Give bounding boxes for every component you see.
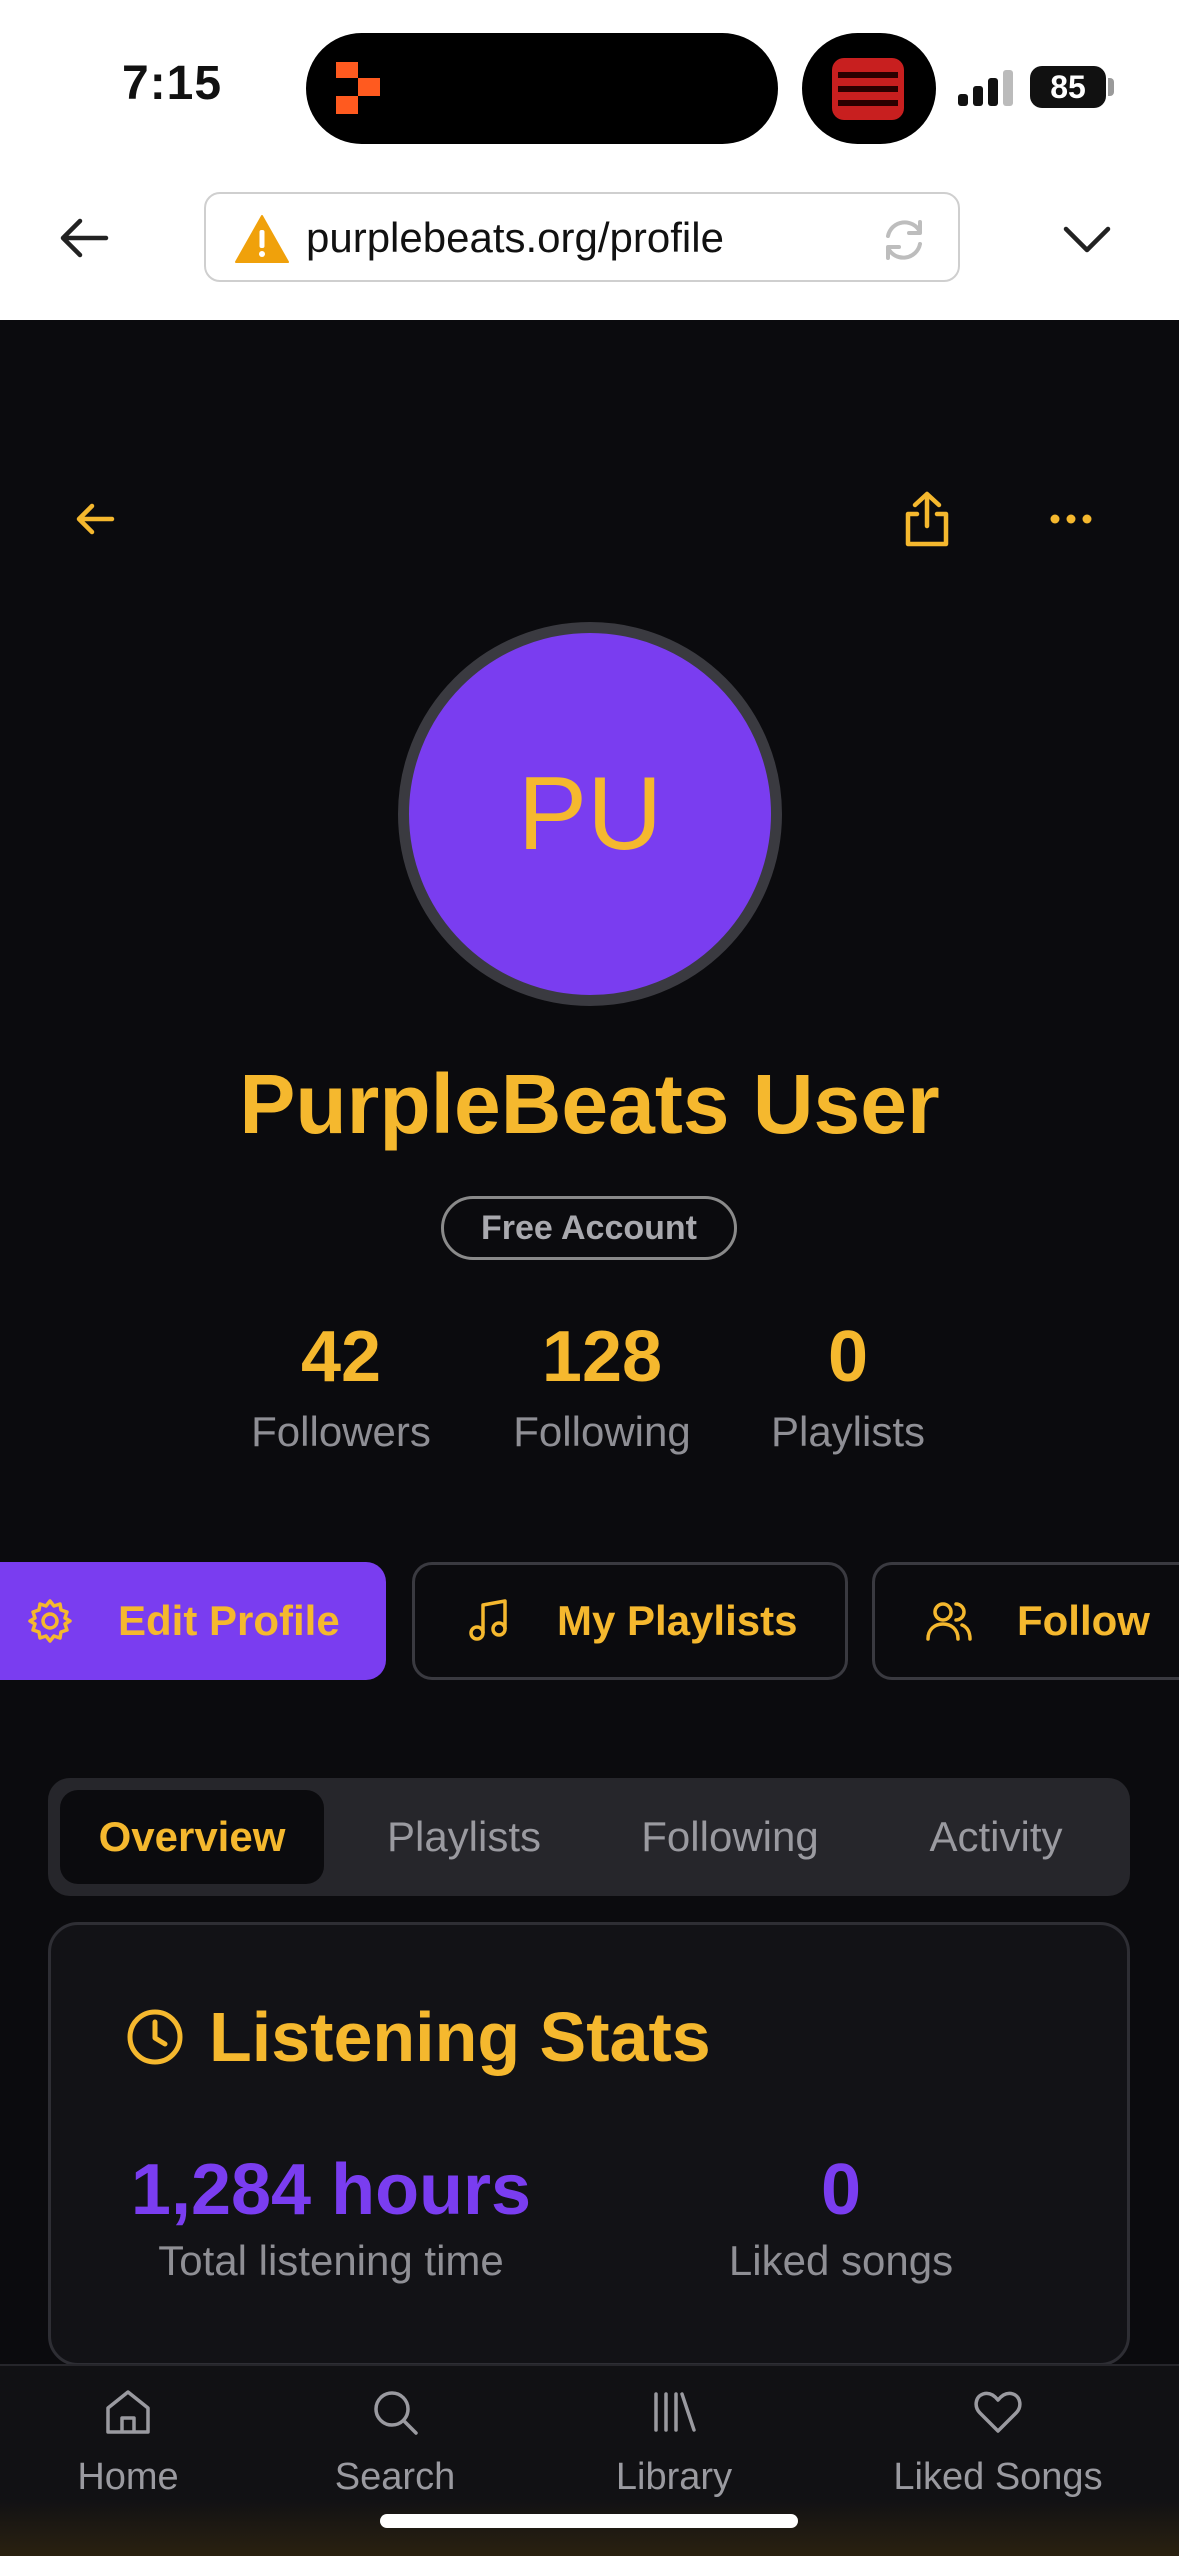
follow-button[interactable]: Follow: [872, 1562, 1179, 1680]
browser-back-icon[interactable]: [54, 208, 114, 268]
followers-stat[interactable]: 42 Followers: [226, 1312, 456, 1462]
tab-following[interactable]: Following: [596, 1790, 864, 1884]
home-icon: [106, 2390, 150, 2434]
nav-search[interactable]: Search: [310, 2366, 480, 2516]
tab-playlists[interactable]: Playlists: [344, 1790, 584, 1884]
liked-songs-value: 0: [820, 2150, 862, 2230]
address-bar[interactable]: purplebeats.org/profile: [204, 192, 960, 282]
listening-stats-title: Listening Stats: [209, 1998, 711, 2076]
profile-tabs: Overview Playlists Following Activity: [48, 1778, 1130, 1896]
following-stat[interactable]: 128 Following: [486, 1312, 718, 1462]
nav-search-label: Search: [334, 2456, 456, 2498]
app-activity-icon: [336, 62, 380, 114]
more-options-icon[interactable]: [1046, 504, 1096, 534]
tab-overview[interactable]: Overview: [60, 1790, 324, 1884]
profile-name: PurpleBeats User: [239, 1057, 940, 1151]
edit-profile-button[interactable]: Edit Profile: [0, 1562, 386, 1680]
tab-activity[interactable]: Activity: [874, 1790, 1118, 1884]
edit-profile-label: Edit Profile: [118, 1597, 340, 1644]
followers-label: Followers: [251, 1408, 431, 1455]
total-listening-stat: 1,284 hours Total listening time: [111, 2147, 551, 2289]
playlists-label: Playlists: [770, 1408, 926, 1455]
warning-icon: [235, 215, 289, 263]
playlists-count: 0: [827, 1317, 869, 1397]
battery-tip: [1108, 78, 1114, 96]
status-bar: 7:15 85: [0, 0, 1179, 178]
users-icon: [926, 1602, 972, 1641]
url-text: purplebeats.org/profile: [306, 214, 724, 261]
nav-home[interactable]: Home: [48, 2366, 208, 2516]
back-arrow-icon[interactable]: [70, 494, 120, 544]
signal-icon: [958, 68, 1016, 106]
chevron-down-icon[interactable]: [1060, 212, 1114, 266]
followers-count: 42: [300, 1317, 382, 1397]
search-icon: [374, 2391, 418, 2435]
my-playlists-button[interactable]: My Playlists: [412, 1562, 848, 1680]
battery-indicator: 85: [1030, 66, 1106, 108]
nav-home-label: Home: [77, 2456, 179, 2498]
library-icon: [654, 2392, 696, 2432]
nav-liked-songs-label: Liked Songs: [893, 2456, 1103, 2498]
nav-library[interactable]: Library: [584, 2366, 764, 2516]
avatar: PU: [398, 622, 782, 1006]
total-listening-value: 1,284 hours: [130, 2150, 532, 2230]
my-playlists-label: My Playlists: [557, 1597, 798, 1644]
follow-label: Follow: [1017, 1597, 1150, 1644]
total-listening-label: Total listening time: [158, 2237, 504, 2284]
clock-icon: [127, 2009, 183, 2065]
album-art-icon: [832, 58, 904, 120]
home-indicator[interactable]: [380, 2514, 798, 2528]
account-type-badge: Free Account: [441, 1196, 737, 1260]
status-time: 7:15: [122, 57, 223, 110]
heart-icon: [974, 2391, 1022, 2433]
gear-icon: [28, 1599, 72, 1643]
listening-stats-card: Listening Stats 1,284 hours Total listen…: [48, 1922, 1130, 2366]
nav-library-label: Library: [615, 2456, 733, 2498]
reload-icon[interactable]: [878, 214, 930, 266]
liked-songs-label: Liked songs: [728, 2237, 954, 2284]
browser-toolbar: purplebeats.org/profile: [0, 178, 1179, 320]
following-count: 128: [541, 1317, 663, 1397]
playlists-stat[interactable]: 0 Playlists: [748, 1312, 948, 1462]
liked-songs-stat: 0 Liked songs: [671, 2147, 1011, 2289]
avatar-initials: PU: [517, 755, 663, 872]
share-icon[interactable]: [900, 490, 954, 548]
music-note-icon: [469, 1599, 507, 1641]
nav-liked-songs[interactable]: Liked Songs: [868, 2366, 1128, 2516]
following-label: Following: [513, 1408, 691, 1455]
